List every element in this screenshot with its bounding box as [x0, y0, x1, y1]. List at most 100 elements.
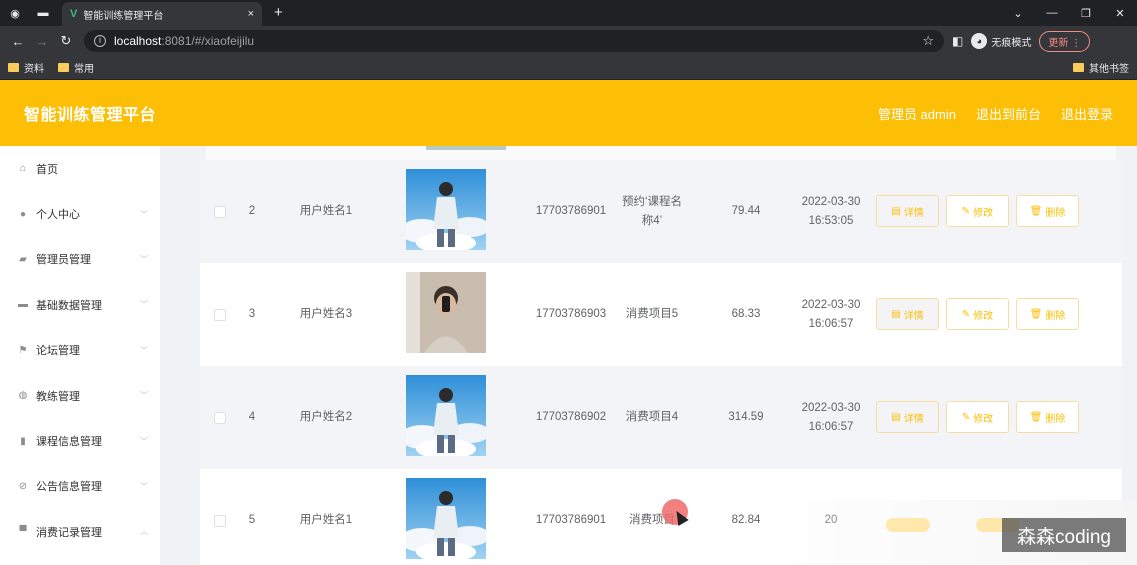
avatar: [406, 169, 486, 250]
sidebar-item-label: 个人中心: [36, 209, 80, 222]
edit-button[interactable]: ✎ 修改: [946, 401, 1009, 433]
coach-icon: ◍: [18, 390, 28, 402]
other-bookmarks[interactable]: 其他书签: [1073, 60, 1129, 75]
row-index: 2: [248, 205, 256, 217]
maximize-icon[interactable]: ❐: [1069, 7, 1103, 20]
exit-to-front-link[interactable]: 退出到前台: [976, 104, 1041, 123]
table-row: 4 用户姓名2 17703786902 消费项目4 314.59 2022-03-30 16…: [200, 366, 1122, 469]
consumption-item: 消费项目4: [625, 411, 679, 423]
bookmark-folder[interactable]: 常用: [58, 60, 94, 75]
bookmark-folder[interactable]: 资料: [8, 60, 44, 75]
update-label: 更新: [1048, 37, 1069, 49]
phone-number: 17703786901: [535, 514, 607, 526]
chevron-down-icon: ﹀: [140, 391, 148, 401]
sidebar-item-forum[interactable]: ⚑ 论坛管理 ﹀: [0, 328, 160, 373]
back-icon[interactable]: ←: [6, 34, 30, 49]
bookmark-label: 资料: [24, 64, 44, 75]
tab-close-icon[interactable]: ×: [248, 8, 254, 20]
watermark: 森森coding: [1002, 518, 1126, 552]
minimize-icon[interactable]: —: [1035, 7, 1069, 19]
bookmark-star-icon[interactable]: ☆: [922, 33, 934, 49]
admin-label: 管理员 admin: [877, 106, 956, 122]
record-clock: 16:53:05: [808, 214, 854, 227]
avatar: [406, 478, 486, 559]
trash-icon: 🗑: [1029, 308, 1043, 320]
chevron-down-icon: ﹀: [140, 481, 148, 491]
sidebar-item-admins[interactable]: ▰ 管理员管理 ﹀: [0, 237, 160, 282]
row-index: 3: [248, 308, 256, 320]
sidepanel-icon[interactable]: ◧: [952, 34, 963, 48]
edit-label: 修改: [973, 310, 994, 322]
course-icon: ▮: [20, 435, 26, 447]
detail-button[interactable]: ▤ 详情: [876, 401, 939, 433]
incognito-icon: ◕: [971, 33, 988, 49]
edit-button[interactable]: ✎ 修改: [946, 298, 1009, 330]
sidebar-item-home[interactable]: ⌂ 首页: [0, 146, 160, 191]
phone-number: 17703786902: [535, 411, 607, 423]
update-button[interactable]: 更新 ⋮: [1039, 30, 1091, 52]
browser-tab[interactable]: V 智能训练管理平台 ×: [62, 2, 262, 26]
vue-logo-icon: V: [70, 8, 78, 20]
phone-number: 17703786903: [535, 308, 607, 320]
globe-icon[interactable]: ◉: [8, 7, 22, 20]
detail-button[interactable]: ▤ 详情: [876, 195, 939, 227]
delete-button[interactable]: 🗑 删除: [1016, 195, 1079, 227]
detail-label: 详情: [903, 207, 924, 219]
new-tab-button[interactable]: +: [274, 2, 283, 26]
info-icon[interactable]: i: [94, 35, 106, 47]
avatar: [406, 272, 486, 353]
window-icon[interactable]: ▬: [36, 7, 50, 19]
row-checkbox[interactable]: [214, 411, 226, 424]
incognito-label: 无痕模式: [991, 37, 1032, 49]
record-icon: ▀: [19, 526, 27, 538]
amount: 314.59: [728, 411, 764, 423]
reload-icon[interactable]: ↻: [54, 33, 78, 49]
delete-button[interactable]: 🗑 删除: [1016, 298, 1079, 330]
user-icon: ●: [19, 208, 27, 220]
edit-label: 修改: [973, 413, 994, 425]
tab-search-icon[interactable]: ⌄: [1001, 7, 1035, 20]
phone-number: 17703786901: [535, 205, 607, 217]
close-window-icon[interactable]: ✕: [1103, 7, 1137, 20]
url-path: :8081/#/xiaofeijilu: [161, 34, 255, 48]
record-date: 2022-03-30: [801, 195, 861, 208]
row-actions: ▤ 详情 ✎ 修改 🗑 删除: [876, 298, 1079, 330]
detail-button[interactable]: ▤ 详情: [876, 298, 939, 330]
sidebar-item-coach[interactable]: ◍ 教练管理 ﹀: [0, 373, 160, 418]
trash-icon: 🗑: [1029, 205, 1043, 217]
sidebar-item-label: 首页: [36, 163, 58, 176]
sidebar-item-basedata[interactable]: ▬ 基础数据管理 ﹀: [0, 282, 160, 327]
incognito-indicator[interactable]: ◕ 无痕模式: [971, 33, 1031, 49]
table-row: 2 用户姓名1 17703786901 预约‘课程名称4’ 79.44 2022-03-3…: [200, 160, 1122, 263]
record-time: 2022-03-30 16:06:57: [786, 399, 876, 437]
record-time: 2022-03-30 16:53:05: [786, 193, 876, 231]
pencil-icon: ✎: [961, 308, 971, 320]
notice-icon: ⊘: [18, 480, 28, 492]
edit-button[interactable]: ✎ 修改: [946, 195, 1009, 227]
folder-icon: [1073, 63, 1084, 72]
row-index: 5: [248, 514, 256, 526]
delete-button[interactable]: 🗑 删除: [1016, 401, 1079, 433]
url-input[interactable]: i localhost:8081/#/xiaofeijilu ☆: [84, 30, 944, 52]
url-host: localhost: [114, 34, 162, 48]
consumption-item: 消费项目5: [625, 308, 679, 320]
record-date: 2022-03-30: [801, 401, 861, 414]
pencil-icon: ✎: [961, 411, 971, 423]
sidebar-item-records[interactable]: ▀ 消费记录管理 ︿: [0, 509, 160, 554]
app-title: 智能训练管理平台: [24, 107, 157, 124]
record-time: 2022-03-30 16:06:57: [786, 296, 876, 334]
row-checkbox[interactable]: [214, 205, 226, 218]
app-header: 智能训练管理平台 管理员 admin 退出到前台 退出登录: [0, 80, 1137, 146]
row-checkbox[interactable]: [214, 308, 226, 321]
logout-link[interactable]: 退出登录: [1061, 104, 1113, 123]
avatar: [426, 146, 506, 150]
sidebar-item-course[interactable]: ▮ 课程信息管理 ﹀: [0, 418, 160, 463]
row-actions: ▤ 详情 ✎ 修改 🗑 删除: [876, 401, 1079, 433]
sidebar-item-label: 论坛管理: [36, 345, 80, 358]
sidebar-item-notice[interactable]: ⊘ 公告信息管理 ﹀: [0, 464, 160, 509]
user-name: 用户姓名1: [299, 205, 353, 217]
row-checkbox[interactable]: [214, 514, 226, 527]
forward-icon[interactable]: →: [30, 34, 54, 49]
sidebar-item-profile[interactable]: ● 个人中心 ﹀: [0, 191, 160, 236]
previous-row-sliver: [206, 146, 1116, 160]
